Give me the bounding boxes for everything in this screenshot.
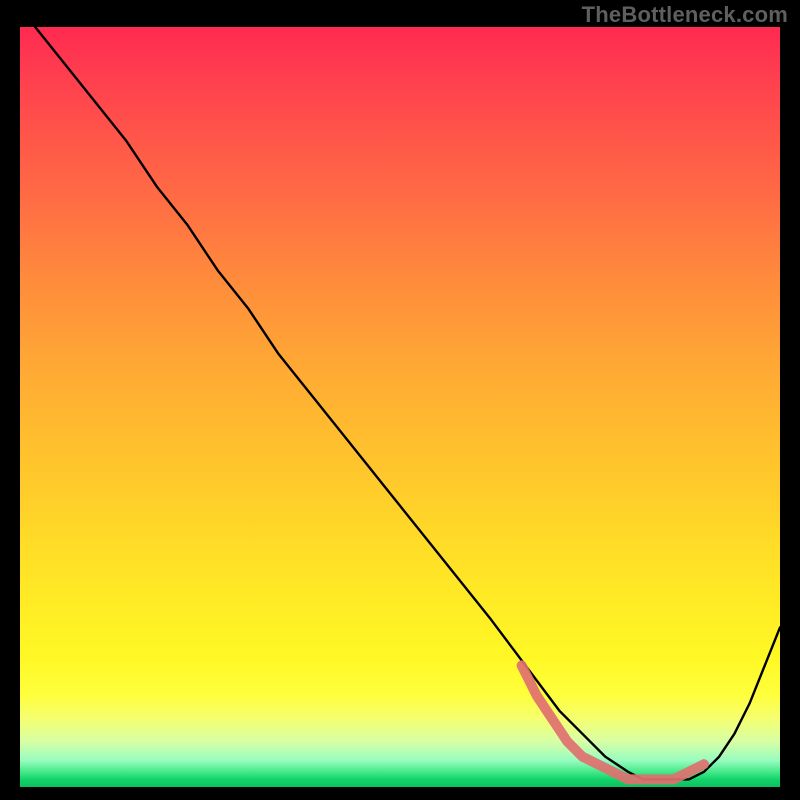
- gradient-plot-area: [20, 27, 780, 787]
- curve-layer: [20, 27, 780, 787]
- watermark-text: TheBottleneck.com: [582, 2, 788, 28]
- chart-frame: TheBottleneck.com: [0, 0, 800, 800]
- bottleneck-curve-path: [35, 27, 780, 779]
